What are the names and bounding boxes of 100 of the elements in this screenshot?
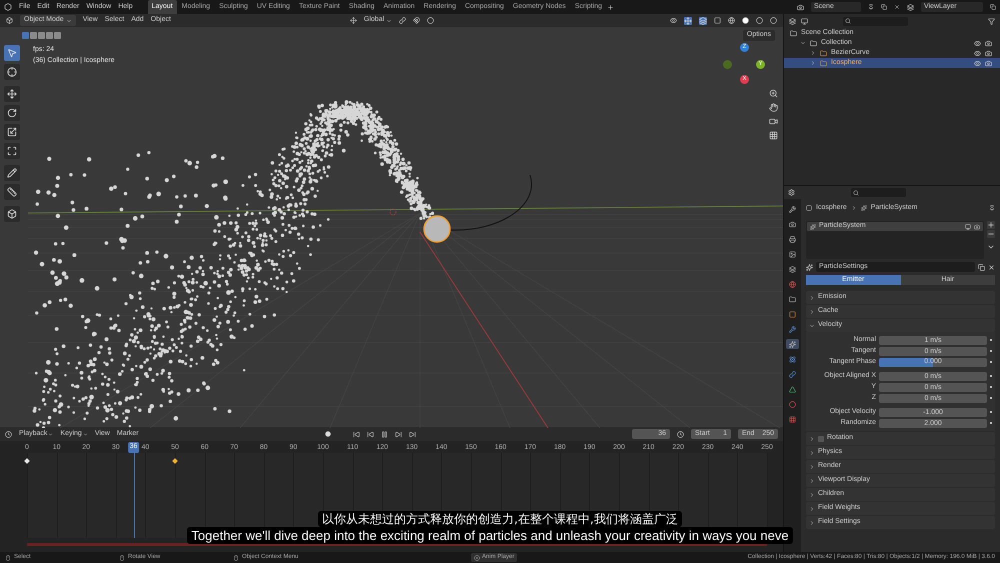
overlay-toggle-icon[interactable]: [699, 16, 707, 24]
record-icon[interactable]: [324, 431, 331, 437]
collection-icon: [810, 40, 817, 46]
search-field[interactable]: [843, 16, 908, 26]
visibility-icon[interactable]: [974, 50, 981, 56]
editor-type-icon[interactable]: [6, 17, 13, 24]
editor-type-icon[interactable]: [789, 18, 796, 24]
physics-tab-icon: [789, 356, 796, 362]
wireframe-shading-icon[interactable]: [728, 17, 735, 24]
caret-icon: [386, 18, 392, 24]
snap-icon[interactable]: [413, 17, 420, 24]
rendered-shading-icon[interactable]: [770, 17, 777, 24]
close-icon: [474, 554, 480, 560]
expand-icon: [809, 294, 815, 300]
checkbox[interactable]: [818, 436, 824, 442]
move-tool-icon: [7, 89, 17, 99]
expand-icon: [809, 436, 815, 442]
visibility-icon[interactable]: [670, 17, 677, 24]
particles-icon: [860, 205, 867, 211]
playhead-line[interactable]: [134, 451, 135, 538]
gizmo-toggle-icon[interactable]: [684, 16, 692, 24]
select-tool-button[interactable]: [4, 45, 20, 61]
expand-icon: [809, 506, 815, 512]
zoom-icon[interactable]: [769, 89, 778, 98]
rotate-tool-icon: [7, 108, 17, 118]
render-tab-icon: [789, 220, 796, 228]
copy-icon[interactable]: [881, 4, 887, 10]
collapse-icon: [809, 322, 815, 328]
transform-tool-button[interactable]: [4, 143, 20, 159]
pivot-icon[interactable]: [399, 17, 406, 24]
solid-shading-icon[interactable]: [742, 17, 749, 24]
duplicate-icon[interactable]: [978, 264, 985, 270]
measure-tool-icon: [7, 187, 17, 197]
particles-tab[interactable]: [786, 339, 799, 349]
clock-icon[interactable]: [677, 430, 684, 438]
particles-icon[interactable]: [806, 264, 813, 270]
proportional-edit-icon[interactable]: [427, 17, 434, 24]
filter-icon[interactable]: [988, 18, 995, 24]
app-logo-icon[interactable]: [4, 3, 12, 11]
previous-keyframe-icon[interactable]: [366, 430, 374, 438]
render-icon[interactable]: [974, 224, 980, 230]
visibility-icon[interactable]: [974, 60, 981, 66]
collection-icon: [820, 50, 827, 56]
copy-icon[interactable]: [990, 4, 996, 10]
display-mode-icon[interactable]: [801, 18, 808, 24]
scene-tab-icon: [789, 266, 796, 272]
next-keyframe-icon[interactable]: [394, 430, 402, 438]
unlink-icon[interactable]: [988, 264, 995, 270]
view-layer-icon[interactable]: [907, 4, 914, 10]
search-field[interactable]: [851, 188, 906, 197]
orientation-icon[interactable]: [350, 17, 357, 24]
collection-tab-icon: [789, 296, 796, 302]
scene-icon[interactable]: [797, 4, 804, 10]
select-tool-icon: [7, 48, 17, 58]
editor-type-icon[interactable]: [788, 189, 795, 196]
cursor-tool-icon: [7, 67, 17, 77]
breadcrumb-separator-icon: [850, 205, 857, 211]
subtitle-text: Together we'll dive deep into the exciting realm of particles and unleash your creativity in ways you neve: [187, 527, 793, 544]
add-workspace-icon[interactable]: [607, 4, 614, 10]
view-layer-tab-icon: [789, 250, 796, 258]
annotate-tool-button[interactable]: [4, 165, 20, 181]
expand-icon: [809, 520, 815, 526]
add-cube-tool-icon: [7, 209, 17, 219]
cursor-tool-button[interactable]: [4, 64, 20, 80]
pin-icon[interactable]: [868, 4, 874, 10]
mouse-icon: [233, 554, 239, 560]
search-icon: [845, 18, 851, 24]
material-tab-icon: [789, 400, 796, 408]
mouse-icon: [119, 554, 125, 560]
add-cube-tool-button[interactable]: [4, 206, 20, 222]
pan-hand-icon[interactable]: [769, 103, 778, 112]
annotate-tool-icon: [7, 168, 17, 178]
rotate-tool-button[interactable]: [4, 105, 20, 121]
jump-end-icon[interactable]: [408, 430, 416, 438]
xray-icon[interactable]: [714, 17, 721, 24]
close-icon[interactable]: [894, 4, 900, 10]
remove-icon[interactable]: [987, 230, 995, 238]
keyframe-marker[interactable]: [24, 458, 30, 464]
jump-start-icon[interactable]: [352, 430, 360, 438]
move-tool-button[interactable]: [4, 86, 20, 102]
viewport-icon[interactable]: [965, 224, 971, 230]
scale-tool-button[interactable]: [4, 124, 20, 140]
list-menu-icon[interactable]: [987, 243, 995, 251]
camera-view-icon[interactable]: [769, 117, 778, 126]
pin-icon[interactable]: [989, 205, 995, 211]
add-icon[interactable]: [987, 221, 995, 229]
expand-icon: [809, 308, 815, 314]
caret-icon: [66, 18, 72, 24]
render-visibility-icon[interactable]: [985, 60, 992, 66]
keyframe-marker[interactable]: [172, 458, 178, 464]
render-visibility-icon[interactable]: [985, 50, 992, 56]
constraints-tab[interactable]: [786, 369, 799, 379]
perspective-grid-icon[interactable]: [769, 131, 778, 140]
measure-tool-button[interactable]: [4, 184, 20, 200]
pause-icon[interactable]: [380, 430, 388, 438]
editor-type-icon[interactable]: [5, 430, 12, 438]
render-visibility-icon[interactable]: [985, 40, 992, 46]
material-shading-icon[interactable]: [756, 17, 763, 24]
expand-icon: [809, 464, 815, 470]
visibility-icon[interactable]: [974, 40, 981, 46]
